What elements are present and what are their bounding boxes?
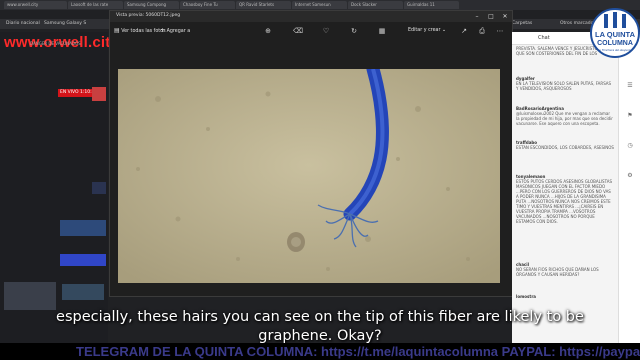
chat-message-text: @luismoloseu2002 Que me vengan a reclama…: [516, 111, 613, 126]
thumbnail[interactable]: [92, 87, 106, 101]
chat-message: tonyalemaon ESTOS PUTOS CERDOS ASESINOS …: [516, 174, 614, 224]
favorite-icon[interactable]: ♡: [320, 25, 332, 37]
chat-message: lomostra: [516, 294, 614, 299]
maximize-icon[interactable]: □: [486, 12, 496, 21]
ticker-text: TELEGRAM DE LA QUINTA COLUMNA: https://t…: [76, 344, 640, 359]
chat-title: Chat: [538, 35, 550, 41]
minimize-icon[interactable]: –: [472, 12, 482, 21]
zoom-icon[interactable]: ⊕: [262, 25, 274, 37]
edit-create-label: Editar y crear: [408, 28, 441, 33]
logo-line2: COLUMNA: [597, 40, 633, 47]
settings-icon[interactable]: ⚙: [623, 172, 637, 179]
chat-message-text: ESTAN ESCONDIDOS, LOS COBARDES, ASESINOS: [516, 145, 614, 150]
print-icon[interactable]: ⎙: [476, 25, 488, 37]
microscope-image: [118, 69, 500, 283]
chat-message-text: ESTOS PUTOS CERDOS ASESINOS GLOBALISTAS …: [516, 179, 612, 224]
chat-message: dygalfer EN LA TELEVISION SOLO SALEN PUT…: [516, 76, 614, 91]
logo-tagline: La Trinchera del despertar: [598, 48, 634, 52]
chat-message: BadRosarioArgentina @luismoloseu2002 Que…: [516, 106, 614, 126]
video-thumbnail[interactable]: [60, 220, 106, 236]
bookmark-item[interactable]: Samsung Galaxy S: [44, 20, 86, 28]
crop-icon[interactable]: ▦: [376, 25, 388, 37]
video-thumbnail[interactable]: [62, 284, 104, 300]
browser-tab[interactable]: Guirnaldas 11: [404, 1, 459, 9]
browser-tab-strip: www.orwell.city Laosoft de las rate Sams…: [0, 0, 640, 10]
chevron-down-icon: ⌄: [442, 28, 447, 33]
browser-tab[interactable]: QR Ravid Starlets: [236, 1, 291, 9]
viewer-toolbar: ▤ Ver todas las fotos + Agregar a ⊕ ⌫ ♡ …: [110, 22, 512, 40]
bookmark-item[interactable]: Carpetas: [512, 20, 532, 28]
add-to-label: Agregar a: [166, 29, 191, 34]
list-icon[interactable]: ☰: [623, 82, 637, 89]
share-icon[interactable]: ↗: [458, 25, 470, 37]
chat-message-text: EN LA TELEVISION SOLO SALEN PUTAS, FARSA…: [516, 81, 612, 91]
delete-icon[interactable]: ⌫: [292, 25, 304, 37]
history-icon[interactable]: ◷: [623, 142, 637, 149]
left-panel-label: DANGER DE VACUNADOS: [30, 41, 81, 46]
fiber-micrograph: [118, 69, 500, 283]
chat-message-text: NO SERAN FIOS RICHOS QUE DAÑAN LOS ÓRGAN…: [516, 267, 599, 277]
viewer-title-bar: Vista previa: 5060DT12.jpeg – □ ✕: [110, 11, 512, 22]
view-all-label: Ver todas las fotos: [121, 29, 166, 34]
view-all-photos-button[interactable]: ▤ Ver todas las fotos: [114, 26, 166, 36]
webcam-thumbnail: [4, 282, 56, 310]
bookmark-item[interactable]: Diario nacional: [6, 20, 40, 28]
subtitle-line-1: especially, these hairs you can see on t…: [56, 309, 584, 325]
logo-line1: LA QUINTA: [595, 30, 636, 39]
video-subtitle: especially, these hairs you can see on t…: [0, 308, 640, 346]
browser-tab[interactable]: Chaosboy Fine Tu: [180, 1, 235, 9]
close-icon[interactable]: ✕: [500, 12, 510, 21]
thumbnail[interactable]: [92, 182, 106, 194]
bookmark-icon[interactable]: ⚑: [623, 112, 637, 119]
video-thumbnail[interactable]: [60, 254, 106, 266]
rotate-icon[interactable]: ↻: [348, 25, 360, 37]
browser-tab[interactable]: www.orwell.city: [4, 1, 67, 9]
photo-viewer-window: Vista previa: 5060DT12.jpeg – □ ✕ ▤ Ver …: [109, 10, 513, 297]
browser-tab[interactable]: Laosoft de las rate: [68, 1, 123, 9]
chat-message: traffdabo ESTAN ESCONDIDOS, LOS COBARDES…: [516, 140, 614, 150]
plus-icon: +: [160, 27, 166, 34]
news-ticker: TELEGRAM DE LA QUINTA COLUMNA: https://t…: [0, 343, 640, 360]
more-icon[interactable]: ⋯: [494, 25, 506, 37]
browser-tab[interactable]: Internet Samesun: [292, 1, 347, 9]
edit-create-button[interactable]: Editar y crear ⌄: [408, 26, 446, 36]
add-to-button[interactable]: + Agregar a: [160, 26, 190, 36]
chat-username[interactable]: lomostra: [516, 294, 614, 299]
browser-tab[interactable]: Dock Slacker: [348, 1, 403, 9]
back-arrow-icon: ▤: [114, 27, 120, 34]
chat-message: chacil NO SERAN FIOS RICHOS QUE DAÑAN LO…: [516, 262, 614, 277]
viewer-title: Vista previa: 5060DT12.jpeg: [116, 13, 181, 18]
la-quinta-columna-logo: LA QUINTA COLUMNA La Trinchera del despe…: [590, 6, 640, 60]
browser-tab[interactable]: Samsung Compong: [124, 1, 179, 9]
